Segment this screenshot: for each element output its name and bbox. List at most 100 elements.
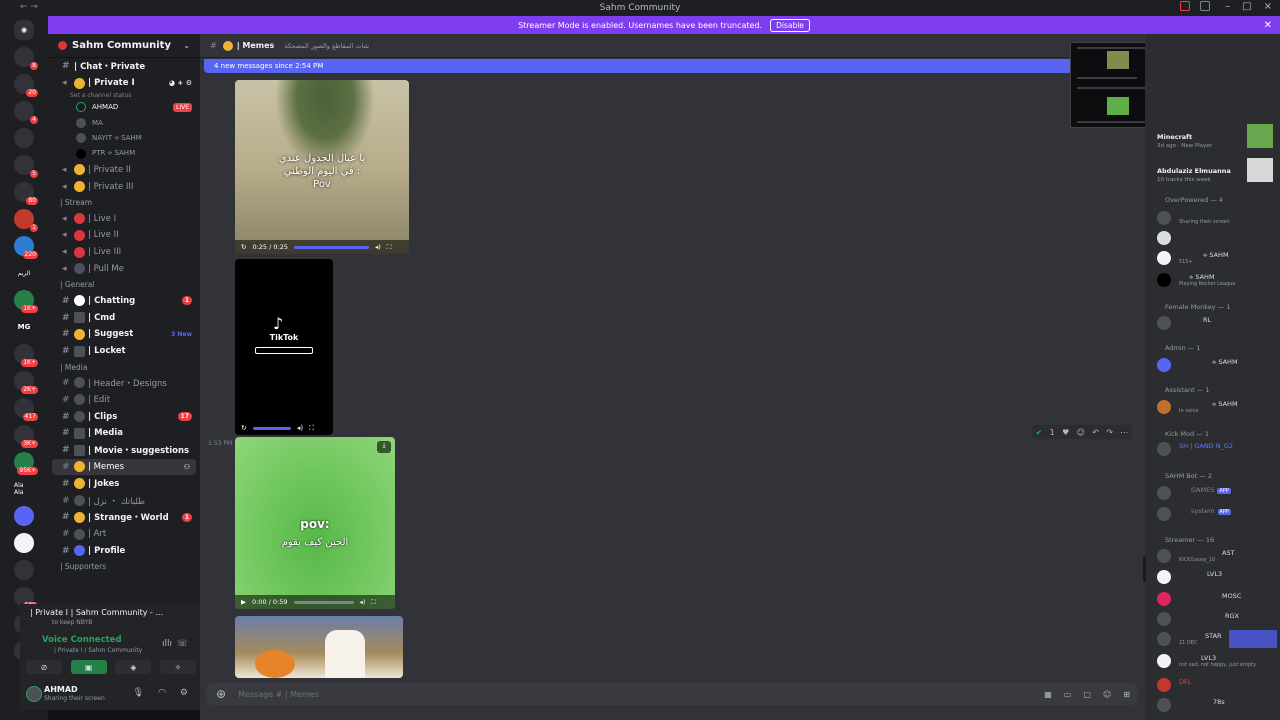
voice-user[interactable]: NAYIT ⟡ SAHM [48, 131, 200, 147]
forward-icon[interactable]: ↷ [1106, 428, 1113, 437]
disable-streamer-button[interactable]: Disable [770, 18, 810, 32]
server-icon[interactable] [14, 128, 34, 148]
channel-media[interactable]: # | Media [48, 425, 200, 442]
voice-settings-icon[interactable]: ◕ + ⚙ [169, 79, 192, 87]
member-row[interactable]: Sharing their screen [1157, 209, 1277, 227]
headphones-icon[interactable]: ◠ [158, 688, 166, 698]
video-attachment[interactable]: ⤓ pov: ﺍﻟﺤﻴﻦ ﻛﻴﻒ ﻳﻘﻮﻡ ▶ 0:00 / 0:59 ◂) ⛶ [235, 437, 395, 609]
channel-profile[interactable]: # | Profile [48, 543, 200, 560]
channel-movie-suggestions[interactable]: # | Movie・suggestions [48, 442, 200, 459]
channel-jokes[interactable]: # | Jokes [48, 475, 200, 492]
volume-icon[interactable]: ◂) [360, 598, 366, 606]
minimize-icon[interactable]: – [1225, 1, 1230, 12]
voice-user[interactable]: MA [48, 115, 200, 131]
replay-icon[interactable]: ↻ [241, 243, 246, 251]
channel-chat-private[interactable]: # | Chat・Private [48, 58, 200, 75]
voice-channel-private-ii[interactable]: ◂ | Private II [48, 162, 200, 179]
volume-icon[interactable]: ◂) [297, 424, 303, 432]
progress-bar[interactable] [293, 600, 354, 604]
member-row[interactable]: ⟡ SAHM [1157, 356, 1277, 374]
camera-button[interactable]: ⊘ [26, 660, 62, 674]
server-icon[interactable]: 8 [14, 47, 38, 70]
member-row[interactable]: 78s [1157, 696, 1277, 714]
category-media[interactable]: | Media [48, 360, 200, 375]
member-row[interactable]: ⟡ SAHM 515+ [1157, 249, 1277, 267]
channel-requests[interactable]: # | ﻃﻠﺒﺎﺗﻚ ・ ﻧﺰﻝ [48, 492, 200, 509]
home-icon[interactable]: ◉ [14, 20, 34, 40]
server-icon[interactable]: 417 [14, 398, 38, 421]
member-row[interactable] [1157, 229, 1277, 247]
maximize-icon[interactable]: □ [1242, 1, 1251, 12]
server-icon[interactable]: 95K+ [14, 452, 38, 475]
add-attachment-icon[interactable]: ⊕ [216, 687, 226, 701]
server-folder-icon[interactable] [14, 506, 34, 526]
reply-icon[interactable]: ↶ [1092, 428, 1099, 437]
server-label[interactable]: ﺍﻟﺮﻳﻢ [14, 263, 34, 283]
server-label[interactable]: Ala Ala [14, 479, 34, 499]
channel-suggest[interactable]: # | Suggest 3 New [48, 326, 200, 343]
back-forward-icon[interactable]: ← → [20, 2, 38, 12]
channel-memes[interactable]: # | Memes ⚇ [52, 458, 196, 476]
new-messages-bar[interactable]: 4 new messages since 2:54 PM [204, 59, 1072, 73]
noise-suppression-icon[interactable]: ıllı [162, 639, 172, 649]
server-icon[interactable]: 1K+ [14, 290, 38, 313]
message-composer[interactable]: ⊕ Message # | Memes ▦ ▭ ▢ ☺ ⊞ [206, 683, 1138, 705]
server-label[interactable]: MG [14, 317, 34, 337]
help-icon[interactable] [1200, 1, 1210, 11]
voice-channel-live-iii[interactable]: ◂ | Live III [48, 244, 200, 261]
server-icon[interactable]: 2K+ [14, 371, 38, 394]
server-icon[interactable]: 1 [14, 209, 38, 232]
close-icon[interactable]: × [1264, 1, 1272, 12]
server-header[interactable]: Sahm Community ⌄ [48, 34, 200, 58]
channel-chatting[interactable]: # | Chatting 1 [48, 292, 200, 309]
activity-name[interactable]: Minecraft [1157, 133, 1192, 141]
voice-status-line[interactable]: | Private I | Sahm Community - ... [30, 608, 195, 617]
voice-channel-private-iii[interactable]: ◂ | Private III [48, 178, 200, 195]
disconnect-icon[interactable]: ☏ [177, 639, 188, 649]
member-row[interactable]: AST KICK/Leosy_10 [1157, 547, 1277, 565]
member-row[interactable]: SH | GAND N_G2 [1157, 440, 1277, 458]
more-icon[interactable]: ⋯ [1120, 428, 1128, 437]
add-reaction-icon[interactable]: ☺ [1077, 428, 1085, 437]
channel-clips[interactable]: # | Clips 17 [48, 408, 200, 425]
voice-channel-path[interactable]: | Private I / Sahm Community [54, 647, 142, 654]
gif-icon[interactable]: ▭ [1064, 690, 1072, 699]
sticker-icon[interactable]: ▢ [1083, 690, 1091, 699]
check-reaction-icon[interactable]: ✔ [1036, 428, 1043, 437]
fullscreen-icon[interactable]: ⛶ [371, 598, 376, 607]
channel-art[interactable]: # | Art [48, 526, 200, 543]
category-stream[interactable]: | Stream [48, 195, 200, 210]
microphone-icon[interactable]: 🎙︎ [133, 688, 144, 698]
progress-bar[interactable] [252, 426, 291, 430]
member-row[interactable]: system APP [1157, 505, 1277, 523]
user-name[interactable]: AHMAD [44, 685, 78, 694]
channel-locket[interactable]: # | Locket [48, 343, 200, 360]
member-row[interactable]: GAMES APP [1157, 484, 1277, 502]
gift-icon[interactable]: ▦ [1044, 690, 1052, 699]
category-general[interactable]: | General [48, 277, 200, 292]
member-row[interactable]: ⟡ SAHM In voice [1157, 398, 1277, 416]
channel-topic[interactable]: ﺷﺎﺕ ﺍﻟﻤﻘﺎﻃﻊ ﻭﺍﻟﺼﻮﺭ ﺍﻟﻤﻀﺤﻜﺔ [284, 42, 369, 50]
video-attachment[interactable]: ﻳﺎ ﻋﻴﺎﻝ ﺍﻟﺠﺪﻭﻝ ﻋﻨﺪﻱ ﻓﻲ ﺍﻟﻴﻮﻡ ﺍﻟﻮﻃﻨﻲ : Po… [235, 80, 409, 254]
voice-channel-live-ii[interactable]: ◂ | Live II [48, 227, 200, 244]
voice-connected-label[interactable]: Voice Connected [42, 635, 122, 645]
inbox-icon[interactable] [1180, 1, 1190, 11]
server-icon[interactable] [14, 560, 34, 580]
member-row[interactable]: RGX [1157, 610, 1277, 628]
server-icon[interactable]: 1K+ [14, 344, 38, 367]
screen-share-button[interactable]: ▣ [70, 660, 107, 674]
member-scrollbar[interactable] [1143, 556, 1146, 582]
member-row[interactable]: DFL [1157, 676, 1277, 694]
server-icon[interactable]: 5 [14, 155, 38, 178]
voice-channel-live-i[interactable]: ◂ | Live I [48, 210, 200, 227]
member-row[interactable]: STAR 21 DEC [1157, 630, 1277, 648]
member-row[interactable]: MOSC [1157, 590, 1277, 608]
member-row[interactable]: LVL3 [1157, 568, 1277, 586]
channel-header-designs[interactable]: # | Header・Designs [48, 375, 200, 392]
server-icon[interactable]: 80 [14, 182, 38, 205]
channel-status[interactable]: Set a channel status [48, 92, 200, 100]
volume-icon[interactable]: ◂) [375, 243, 381, 251]
apps-icon[interactable]: ⊞ [1123, 690, 1130, 699]
server-icon[interactable] [14, 533, 34, 553]
channel-edit[interactable]: # | Edit [48, 391, 200, 408]
